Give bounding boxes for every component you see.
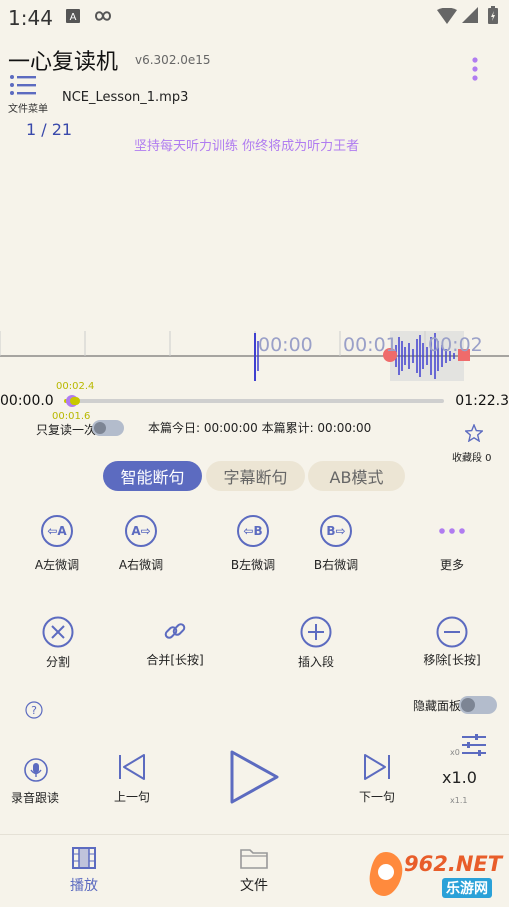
nav-play-label[interactable]: 播放 [70,875,98,895]
svg-text:A: A [70,12,77,23]
play-icon[interactable] [228,749,280,805]
b-left-adjust-label[interactable]: B左微调 [213,556,293,573]
hide-panel-label: 隐藏面板 [413,699,462,713]
status-time: 1:44 [8,6,53,30]
speed-min-label: x0 [450,748,460,757]
watermark-logo: 962.NET 乐游网 [366,846,502,902]
timeline-label-1: 00:01 [343,334,398,356]
sentence-counter: 1 / 21 [26,120,73,139]
b-right-adjust-icon[interactable]: B⇨ [320,515,352,547]
previous-icon[interactable] [117,753,147,781]
speed-value[interactable]: x1.0 [442,768,477,787]
total-time: 01:22.3 [455,393,509,409]
next-icon[interactable] [362,753,392,781]
a-left-adjust-label[interactable]: A左微调 [17,556,97,573]
current-time: 00:00.0 [0,393,54,409]
watermark-text: 962.NET [404,852,503,876]
repeat-once-label: 只复读一次 [36,423,97,437]
status-bar: 1:44 A [0,0,509,34]
watermark-sub: 乐游网 [442,878,492,898]
svg-text:?: ? [31,704,37,717]
marker-dot [70,397,80,405]
current-filename: NCE_Lesson_1.mp3 [62,90,189,105]
listening-stats: 本篇今日: 00:00:00 本篇累计: 00:00:00 [148,421,372,435]
link-icon[interactable] [162,618,188,644]
split-label[interactable]: 分割 [18,653,98,670]
a-right-adjust-icon[interactable]: A⇨ [125,515,157,547]
record-follow-label[interactable]: 录音跟读 [0,789,75,806]
star-icon[interactable] [465,424,483,442]
app-title: 一心复读机 [8,50,119,75]
a-right-adjust-label[interactable]: A右微调 [101,556,181,573]
watermark-emblem-icon [369,852,403,896]
more-vert-icon[interactable] [470,56,480,82]
b-left-adjust-icon[interactable]: ⇦B [237,515,269,547]
tab-subtitle-split[interactable]: 字幕断句 [206,461,305,491]
hide-panel-toggle[interactable] [459,696,497,714]
timeline-label-2: 00:02 [428,334,483,356]
merge-label[interactable]: 合并[长按] [135,651,215,668]
file-menu-label[interactable]: 文件菜单 [8,100,48,115]
next-label[interactable]: 下一句 [337,788,417,805]
folder-icon[interactable] [240,847,268,869]
previous-label[interactable]: 上一句 [92,788,172,805]
help-icon[interactable]: ? [25,701,43,719]
b-right-adjust-label[interactable]: B右微调 [296,556,376,573]
split-icon[interactable] [42,616,74,648]
progress-track[interactable] [64,399,444,403]
speed-next-label: x1.1 [450,796,468,805]
signal-icon [462,7,478,23]
tab-ab-mode[interactable]: AB模式 [308,461,405,491]
favorites-label[interactable]: 收藏段 0 [452,449,492,464]
marker-sub-time: 00:01.6 [52,411,91,419]
tab-smart-split[interactable]: 智能断句 [103,461,202,491]
film-icon[interactable] [72,847,96,869]
motto-text: 坚持每天听力训练 你终将成为听力王者 [134,139,360,154]
nav-file-label[interactable]: 文件 [240,875,268,895]
remove-icon[interactable] [436,616,468,648]
notification-a-icon: A [66,9,80,23]
more-horiz-icon[interactable] [438,527,466,535]
repeat-once-toggle[interactable] [92,420,124,436]
insert-label[interactable]: 插入段 [276,653,356,670]
microphone-icon[interactable] [24,758,48,782]
infinity-icon [94,11,112,21]
wifi-icon [437,8,457,24]
speed-settings-icon[interactable] [460,733,488,757]
timeline-label-0: 00:00 [258,334,313,356]
remove-label[interactable]: 移除[长按] [412,651,492,668]
battery-icon [488,6,498,24]
more-label[interactable]: 更多 [412,556,492,573]
app-version: v6.302.0e15 [135,53,211,67]
insert-icon[interactable] [300,616,332,648]
file-menu-icon[interactable] [9,74,37,96]
a-left-adjust-icon[interactable]: ⇦A [41,515,73,547]
marker-time: 00:02.4 [56,381,95,392]
